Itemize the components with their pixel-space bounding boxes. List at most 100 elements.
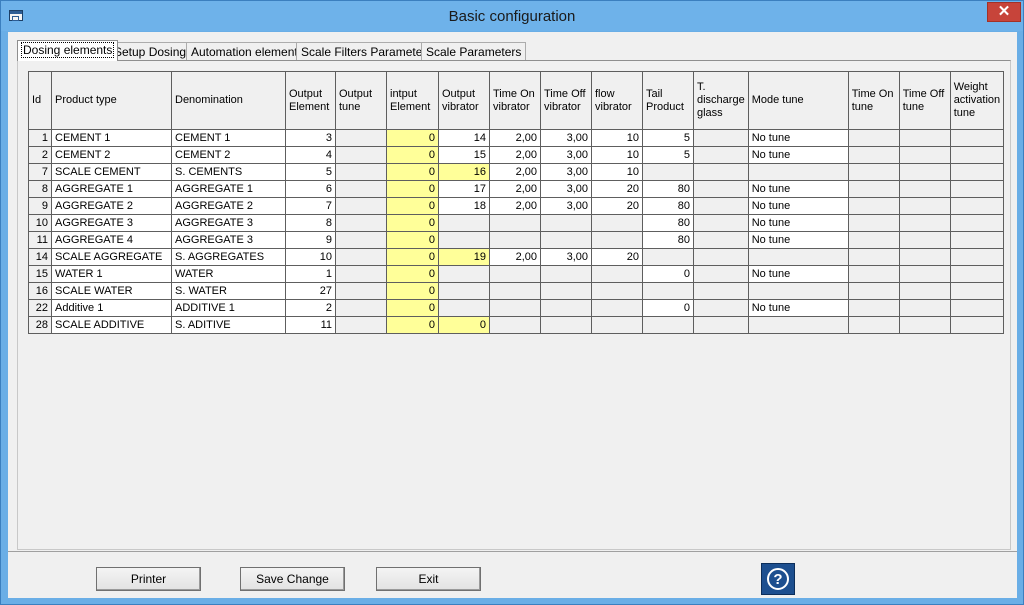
table-cell[interactable] xyxy=(747,163,849,181)
printer-button[interactable]: Printer xyxy=(96,567,201,591)
table-row[interactable]: 15 WATER 1 WATER 1 0 0 No tune xyxy=(28,265,1005,283)
table-cell[interactable]: 0 xyxy=(386,197,439,215)
table-cell[interactable]: WATER xyxy=(171,265,286,283)
table-row[interactable]: 16 SCALE WATER S. WATER 27 0 xyxy=(28,282,1005,300)
title-bar[interactable]: Basic configuration ✕ xyxy=(1,1,1023,31)
table-cell[interactable]: No tune xyxy=(747,214,849,232)
table-cell[interactable]: 7 xyxy=(285,197,336,215)
table-cell[interactable]: SCALE ADDITIVE xyxy=(51,316,172,334)
table-cell[interactable] xyxy=(438,265,490,283)
table-cell[interactable]: 2,00 xyxy=(489,180,541,198)
table-row[interactable]: 2 CEMENT 2 CEMENT 2 4 0 15 2,00 3,00 10 5 No tune xyxy=(28,146,1005,164)
table-cell[interactable] xyxy=(335,265,387,283)
table-cell[interactable] xyxy=(949,180,1005,198)
table-cell[interactable]: 3,00 xyxy=(540,180,592,198)
table-cell[interactable]: 27 xyxy=(285,282,336,300)
table-cell[interactable]: 0 xyxy=(386,282,439,300)
table-cell[interactable] xyxy=(335,197,387,215)
table-row[interactable]: 8 AGGREGATE 1 AGGREGATE 1 6 0 17 2,00 3,00 20 80 N… xyxy=(28,180,1005,198)
table-cell[interactable] xyxy=(898,197,951,215)
table-cell[interactable]: 20 xyxy=(591,180,643,198)
table-cell[interactable]: 0 xyxy=(386,180,439,198)
table-cell[interactable]: 10 xyxy=(285,248,336,266)
table-cell[interactable]: 4 xyxy=(285,146,336,164)
table-cell[interactable]: 0 xyxy=(386,163,439,181)
table-cell[interactable]: 80 xyxy=(642,197,694,215)
table-cell[interactable] xyxy=(747,316,849,334)
table-row[interactable]: 14 SCALE AGGREGATE S. AGGREGATES 10 0 19 2,00 3… xyxy=(28,248,1005,266)
table-cell[interactable]: No tune xyxy=(747,146,849,164)
table-cell[interactable] xyxy=(898,265,951,283)
table-cell[interactable] xyxy=(847,282,900,300)
table-cell[interactable] xyxy=(540,231,592,249)
table-cell[interactable]: CEMENT 1 xyxy=(51,129,172,147)
table-cell[interactable]: CEMENT 2 xyxy=(51,146,172,164)
table-cell[interactable] xyxy=(642,316,694,334)
table-cell[interactable] xyxy=(438,214,490,232)
table-cell[interactable] xyxy=(335,146,387,164)
table-cell[interactable]: 2,00 xyxy=(489,248,541,266)
table-cell[interactable]: 6 xyxy=(285,180,336,198)
table-cell[interactable] xyxy=(898,146,951,164)
table-cell[interactable]: AGGREGATE 3 xyxy=(171,231,286,249)
table-cell[interactable]: 2 xyxy=(285,299,336,317)
table-cell[interactable]: SCALE AGGREGATE xyxy=(51,248,172,266)
table-cell[interactable]: 1 xyxy=(285,265,336,283)
table-cell[interactable]: 0 xyxy=(386,299,439,317)
table-cell[interactable]: 0 xyxy=(438,316,490,334)
table-cell[interactable]: 80 xyxy=(642,231,694,249)
table-cell[interactable] xyxy=(847,265,900,283)
table-cell[interactable]: 14 xyxy=(438,129,490,147)
table-cell[interactable] xyxy=(642,282,694,300)
table-cell[interactable] xyxy=(898,248,951,266)
table-cell[interactable] xyxy=(540,265,592,283)
table-cell[interactable]: 17 xyxy=(438,180,490,198)
table-cell[interactable]: 3,00 xyxy=(540,129,592,147)
table-cell[interactable] xyxy=(335,214,387,232)
table-cell[interactable] xyxy=(693,146,749,164)
table-cell[interactable] xyxy=(591,282,643,300)
table-cell[interactable]: 5 xyxy=(642,129,694,147)
table-cell[interactable]: 10 xyxy=(591,146,643,164)
table-cell[interactable] xyxy=(693,316,749,334)
table-cell[interactable] xyxy=(642,248,694,266)
table-cell[interactable] xyxy=(693,265,749,283)
close-button[interactable]: ✕ xyxy=(987,2,1021,22)
table-cell[interactable]: AGGREGATE 1 xyxy=(51,180,172,198)
table-cell[interactable] xyxy=(847,163,900,181)
table-cell[interactable] xyxy=(847,129,900,147)
table-cell[interactable]: SCALE WATER xyxy=(51,282,172,300)
tab-automation-elements[interactable]: Automation elements xyxy=(186,42,309,60)
table-cell[interactable]: SCALE CEMENT xyxy=(51,163,172,181)
table-cell[interactable] xyxy=(847,146,900,164)
table-cell[interactable] xyxy=(335,248,387,266)
table-cell[interactable]: 5 xyxy=(642,146,694,164)
table-cell[interactable]: 20 xyxy=(591,248,643,266)
table-cell[interactable] xyxy=(949,197,1005,215)
table-cell[interactable]: 10 xyxy=(591,129,643,147)
table-cell[interactable] xyxy=(949,265,1005,283)
table-cell[interactable] xyxy=(898,214,951,232)
table-cell[interactable] xyxy=(747,282,849,300)
table-cell[interactable] xyxy=(489,214,541,232)
table-cell[interactable] xyxy=(898,163,951,181)
table-cell[interactable] xyxy=(949,231,1005,249)
table-cell[interactable] xyxy=(847,248,900,266)
table-cell[interactable] xyxy=(949,129,1005,147)
table-cell[interactable] xyxy=(847,299,900,317)
table-cell[interactable] xyxy=(438,282,490,300)
save-change-button[interactable]: Save Change xyxy=(240,567,345,591)
table-row[interactable]: 28 SCALE ADDITIVE S. ADITIVE 11 0 0 xyxy=(28,316,1005,334)
table-cell[interactable]: CEMENT 1 xyxy=(171,129,286,147)
table-cell[interactable] xyxy=(693,231,749,249)
table-row[interactable]: 7 SCALE CEMENT S. CEMENTS 5 0 16 2,00 3,00 10 xyxy=(28,163,1005,181)
table-cell[interactable] xyxy=(693,180,749,198)
table-cell[interactable] xyxy=(438,231,490,249)
table-cell[interactable]: 0 xyxy=(386,146,439,164)
table-cell[interactable] xyxy=(949,282,1005,300)
table-cell[interactable] xyxy=(898,129,951,147)
table-cell[interactable] xyxy=(591,214,643,232)
table-cell[interactable]: No tune xyxy=(747,180,849,198)
table-cell[interactable]: 11 xyxy=(285,316,336,334)
table-cell[interactable] xyxy=(540,282,592,300)
